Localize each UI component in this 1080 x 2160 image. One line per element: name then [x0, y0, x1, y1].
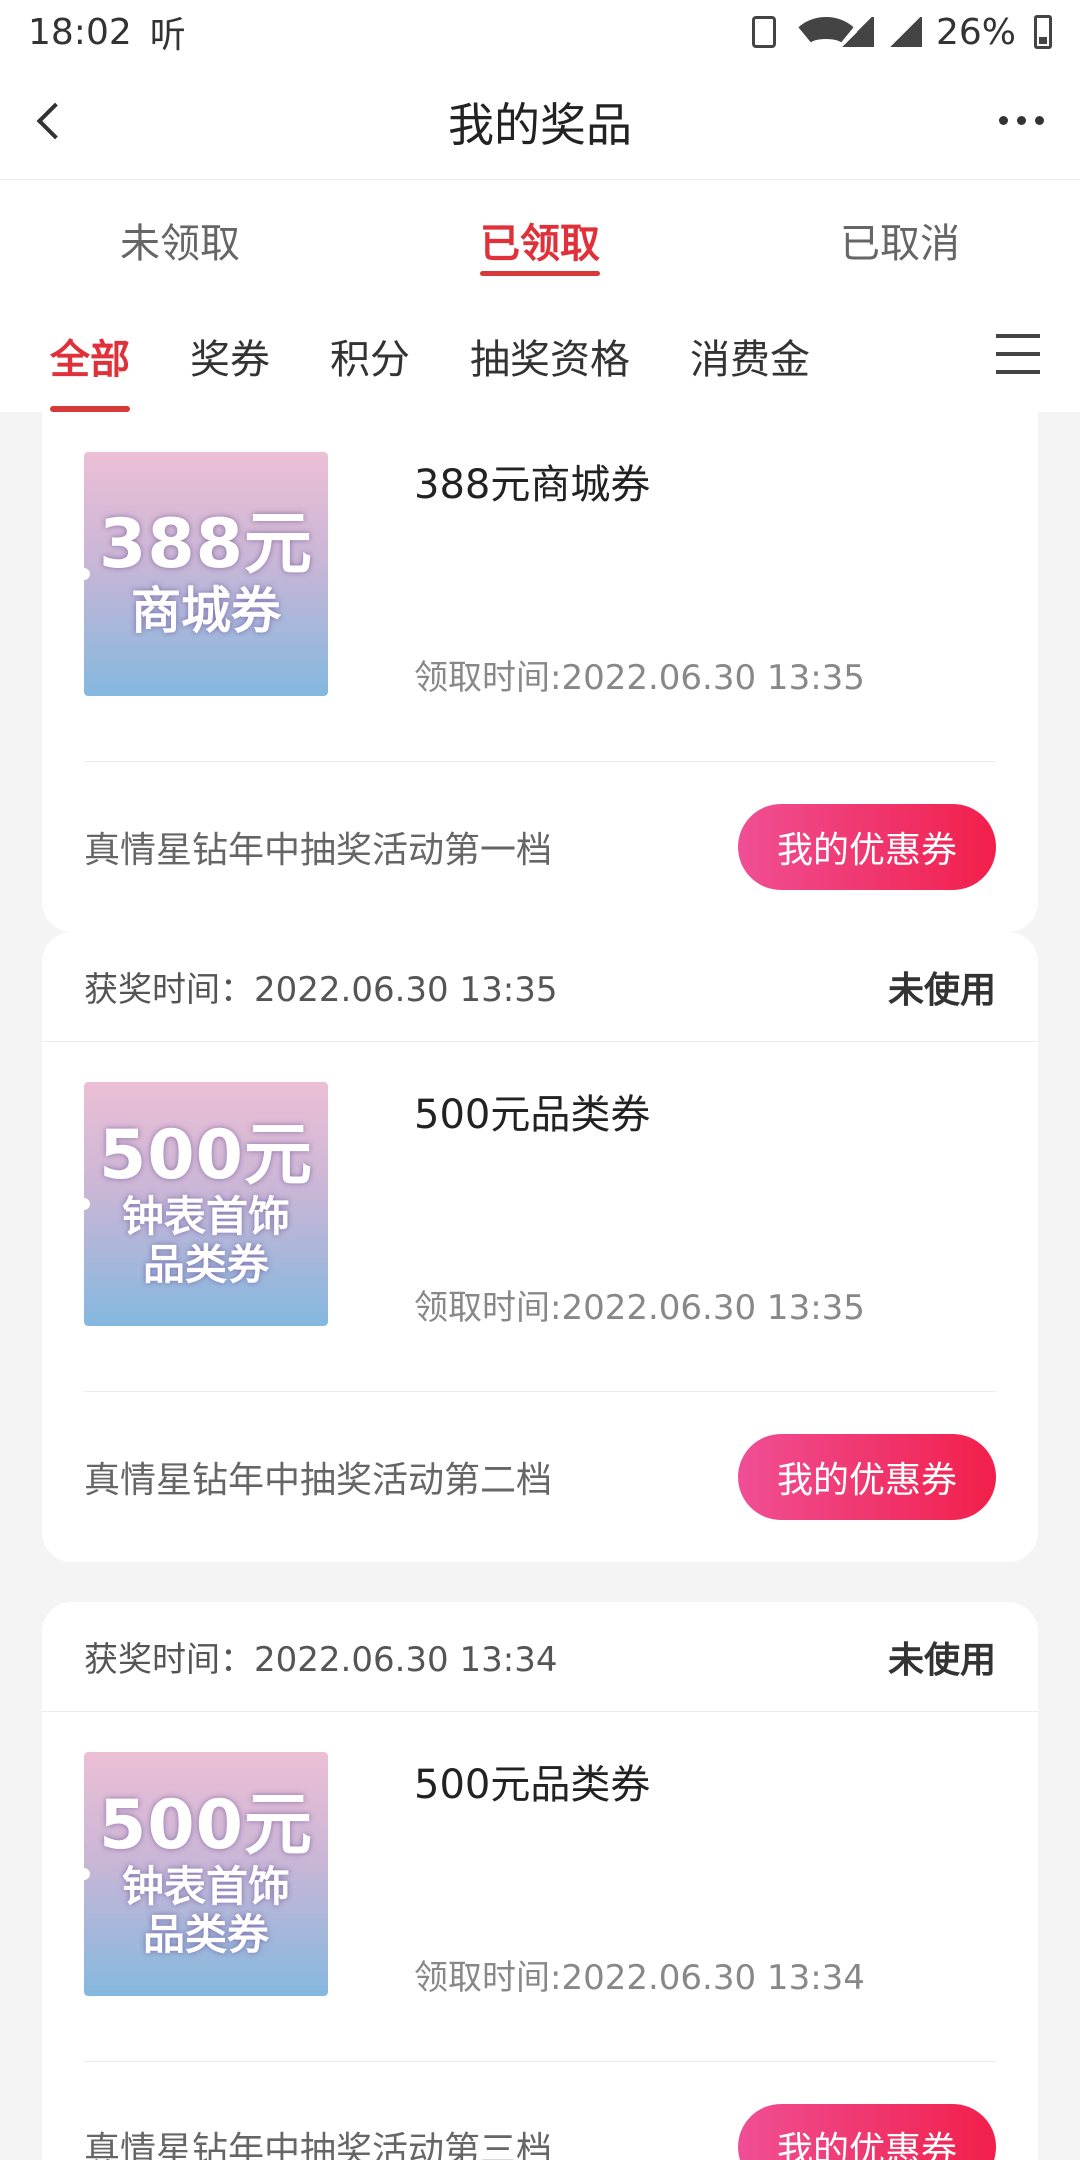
- subtab-all[interactable]: 全部: [20, 300, 160, 412]
- prize-card: 388元 商城券 388元商城券 领取时间:2022.06.30 13:35 真…: [42, 412, 1038, 932]
- prize-card: 获奖时间：2022.06.30 13:34 未使用 500元 钟表首饰 品类券 …: [42, 1602, 1038, 2160]
- win-time: 获奖时间：2022.06.30 13:34: [84, 1640, 558, 1680]
- coupon-label: 商城券: [131, 582, 281, 640]
- card-header: 获奖时间：2022.06.30 13:35 未使用: [42, 932, 1038, 1042]
- signal-icon-2: [887, 17, 922, 47]
- activity-name: 真情星钻年中抽奖活动第二档: [84, 1460, 553, 1501]
- coupon-label-2: 品类券: [142, 1240, 269, 1289]
- card-footer: 真情星钻年中抽奖活动第一档 我的优惠券: [42, 762, 1038, 932]
- page-title: 我的奖品: [448, 97, 632, 152]
- status-bar: 18:02 听 26%: [0, 0, 1080, 64]
- coupon-amount: 500元: [99, 1116, 313, 1195]
- coupon-label: 钟表首饰: [121, 1192, 290, 1241]
- category-tabs: 全部 奖券 积分 抽奖资格 消费金: [0, 300, 1080, 412]
- my-coupons-button[interactable]: 我的优惠券: [738, 804, 996, 890]
- card-body: 500元 钟表首饰 品类券 500元品类券 领取时间:2022.06.30 13…: [84, 1042, 996, 1392]
- status-tabs: 未领取 已领取 已取消: [0, 180, 1080, 300]
- coupon-image: 500元 钟表首饰 品类券: [84, 1752, 328, 1996]
- usage-status: 未使用: [887, 1639, 996, 1681]
- card-footer: 真情星钻年中抽奖活动第三档 我的优惠券: [42, 2062, 1038, 2160]
- coupon-amount: 500元: [99, 1786, 313, 1865]
- my-coupons-button[interactable]: 我的优惠券: [738, 2104, 996, 2160]
- prize-name: 500元品类券: [414, 1092, 651, 1138]
- claim-time: 领取时间:2022.06.30 13:35: [414, 658, 865, 698]
- status-time: 18:02: [28, 11, 132, 53]
- subtab-coupons[interactable]: 奖券: [160, 300, 300, 412]
- listen-icon: 听: [149, 15, 186, 56]
- vibrate-icon: [751, 16, 776, 48]
- coupon-image: 500元 钟表首饰 品类券: [84, 1082, 328, 1326]
- activity-name: 真情星钻年中抽奖活动第三档: [84, 2130, 553, 2160]
- prize-name: 388元商城券: [414, 462, 651, 508]
- subtab-lottery-qualification[interactable]: 抽奖资格: [440, 300, 660, 412]
- battery-percent: 26%: [935, 11, 1016, 53]
- card-header: 获奖时间：2022.06.30 13:34 未使用: [42, 1602, 1038, 1712]
- coupon-amount: 388元: [99, 505, 313, 584]
- tab-unclaimed[interactable]: 未领取: [0, 180, 360, 300]
- battery-icon: [1034, 15, 1052, 49]
- coupon-image: 388元 商城券: [84, 452, 328, 696]
- card-body: 500元 钟表首饰 品类券 500元品类券 领取时间:2022.06.30 13…: [84, 1712, 996, 2062]
- card-footer: 真情星钻年中抽奖活动第二档 我的优惠券: [42, 1392, 1038, 1562]
- list-menu-icon[interactable]: [996, 334, 1040, 374]
- subtab-points[interactable]: 积分: [300, 300, 440, 412]
- card-body: 388元 商城券 388元商城券 领取时间:2022.06.30 13:35: [84, 412, 996, 762]
- claim-time: 领取时间:2022.06.30 13:34: [414, 1958, 865, 1998]
- more-icon[interactable]: [999, 116, 1044, 125]
- nav-bar: 我的奖品: [0, 64, 1080, 180]
- back-icon[interactable]: [30, 98, 70, 146]
- prize-card: 获奖时间：2022.06.30 13:35 未使用 500元 钟表首饰 品类券 …: [42, 932, 1038, 1562]
- activity-name: 真情星钻年中抽奖活动第一档: [84, 830, 553, 871]
- win-time: 获奖时间：2022.06.30 13:35: [84, 970, 558, 1010]
- usage-status: 未使用: [887, 969, 996, 1011]
- prize-name: 500元品类券: [414, 1762, 651, 1808]
- coupon-label-2: 品类券: [142, 1910, 269, 1959]
- status-right: 26%: [751, 11, 1052, 53]
- claim-time: 领取时间:2022.06.30 13:35: [414, 1288, 865, 1328]
- tab-cancelled[interactable]: 已取消: [720, 180, 1080, 300]
- prize-list: 388元 商城券 388元商城券 领取时间:2022.06.30 13:35 真…: [0, 412, 1080, 2160]
- wifi-icon: [789, 17, 862, 47]
- subtab-consumption-credit[interactable]: 消费金: [660, 300, 840, 412]
- my-coupons-button[interactable]: 我的优惠券: [738, 1434, 996, 1520]
- tab-claimed[interactable]: 已领取: [360, 180, 720, 300]
- coupon-label: 钟表首饰: [121, 1862, 290, 1911]
